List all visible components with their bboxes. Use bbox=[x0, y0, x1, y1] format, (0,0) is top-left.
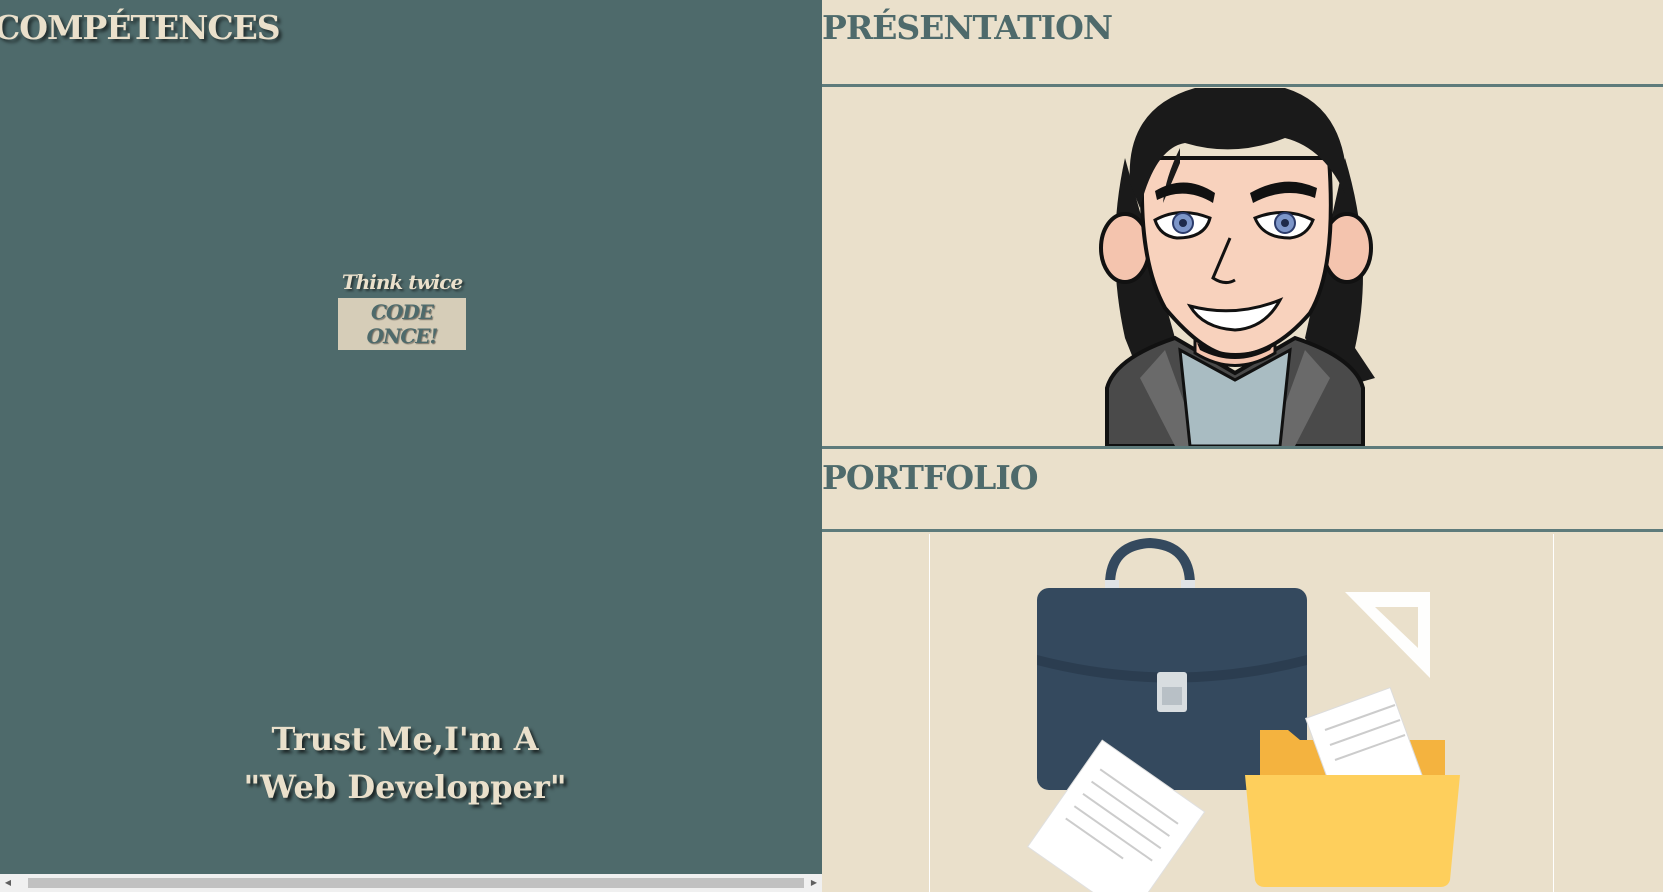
portfolio-right-guide bbox=[1553, 534, 1554, 892]
scroll-left-arrow-icon[interactable]: ◀ bbox=[0, 874, 16, 892]
portfolio-divider bbox=[822, 529, 1663, 532]
portfolio-illustration-icon bbox=[1026, 537, 1460, 892]
scroll-right-arrow-icon[interactable]: ▶ bbox=[806, 874, 822, 892]
scrollbar-thumb[interactable] bbox=[28, 878, 804, 888]
presentation-divider bbox=[822, 84, 1663, 87]
competences-title: COMPÉTENCES bbox=[0, 8, 281, 47]
tagline-line-2: "Web Developper" bbox=[243, 768, 567, 806]
portfolio-title: PORTFOLIO bbox=[822, 458, 1039, 497]
tagline: Trust Me,I'm A "Web Developper" bbox=[200, 715, 610, 811]
developer-avatar-icon bbox=[1099, 88, 1375, 446]
tagline-line-1: Trust Me,I'm A bbox=[271, 720, 539, 758]
portfolio-top-divider bbox=[822, 446, 1663, 449]
motto-bottom-text: CODE ONCE! bbox=[338, 298, 466, 350]
presentation-title: PRÉSENTATION bbox=[822, 8, 1113, 47]
portfolio-left-guide bbox=[929, 534, 930, 892]
competences-panel: COMPÉTENCES Think twice CODE ONCE! Trust… bbox=[0, 0, 822, 892]
motto-top-text: Think twice bbox=[341, 270, 463, 294]
motto-block: Think twice CODE ONCE! bbox=[338, 270, 466, 350]
horizontal-scrollbar[interactable]: ◀ ▶ bbox=[0, 874, 822, 892]
